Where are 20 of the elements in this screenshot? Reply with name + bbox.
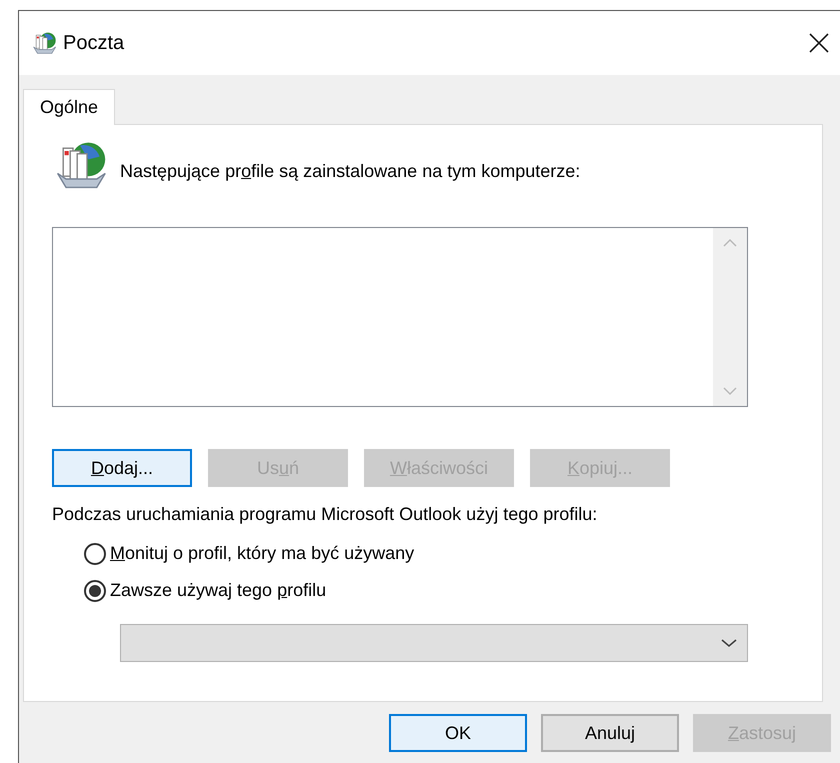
startup-label: Podczas uruchamiania programu Microsoft Outlook użyj tego profilu: xyxy=(52,503,598,526)
window-title: Poczta xyxy=(63,31,124,56)
radio-option[interactable]: Monituj o profil, który ma być używany xyxy=(84,540,414,567)
radio-label: Monituj o profil, który ma być używany xyxy=(110,542,414,565)
scroll-up-icon[interactable] xyxy=(723,238,737,248)
profile-list[interactable] xyxy=(52,227,748,407)
mail-icon xyxy=(31,30,57,56)
chevron-down-icon xyxy=(721,638,737,648)
radio-option[interactable]: Zawsze używaj tego profilu xyxy=(84,577,326,604)
dialog-button[interactable]: OK xyxy=(389,714,527,752)
radio-button[interactable] xyxy=(84,542,106,564)
profile-button[interactable]: Dodaj... xyxy=(52,449,192,487)
radio-button[interactable] xyxy=(84,580,106,602)
profiles-heading: Następujące profile są zainstalowane na tym komputerze: xyxy=(120,160,580,183)
dialog-button[interactable]: Anuluj xyxy=(541,714,679,752)
radio-label: Zawsze używaj tego profilu xyxy=(110,579,326,602)
scroll-down-icon[interactable] xyxy=(723,386,737,396)
close-icon[interactable] xyxy=(809,33,829,53)
scrollbar[interactable] xyxy=(713,228,747,406)
tab[interactable]: Ogólne xyxy=(23,89,116,125)
